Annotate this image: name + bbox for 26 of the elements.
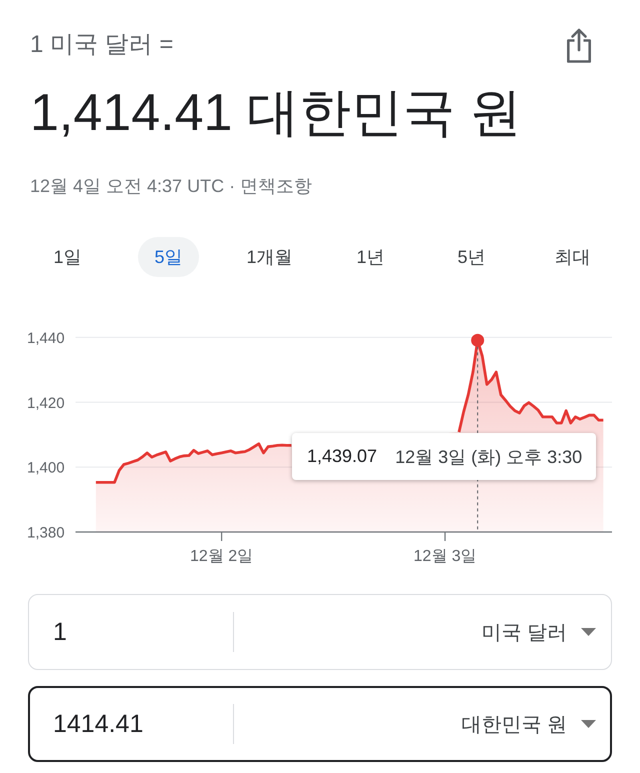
converted-value: 1,414.41 대한민국 원 [30, 83, 522, 143]
timestamp: 12월 4일 오전 4:37 UTC · [30, 175, 236, 198]
range-tab[interactable]: 5년 [441, 237, 502, 277]
axis-label: 1,400 [27, 460, 65, 477]
range-tab[interactable]: 1년 [340, 237, 400, 277]
range-tab[interactable]: 5일 [138, 237, 198, 277]
highlighted-point [471, 334, 484, 347]
amount-input[interactable]: 1414.41 [53, 704, 233, 744]
axis-label: 1,380 [27, 524, 65, 542]
caret-icon [581, 628, 596, 636]
amount-input[interactable]: 1 [53, 612, 233, 652]
range-tab[interactable]: 1일 [37, 237, 98, 277]
currency-dropdown[interactable]: 대한민국 원 [461, 704, 596, 744]
axis-label: 12월 2일 [190, 548, 254, 565]
share-icon[interactable] [565, 27, 593, 63]
range-tab[interactable]: 1개월 [230, 237, 308, 277]
currency-dropdown[interactable]: 미국 달러 [481, 612, 596, 652]
conversion-title: 1 미국 달러 = [30, 30, 174, 60]
axis-label: 1,420 [27, 394, 65, 412]
tooltip-time: 12월 3일 (화) 오후 3:30 [395, 446, 582, 468]
axis-label: 12월 3일 [413, 548, 477, 565]
disclaimer-link[interactable]: 면책조항 [240, 174, 312, 198]
range-tab[interactable]: 최대 [538, 237, 606, 277]
axis-label: 1,440 [27, 330, 65, 347]
caret-icon [581, 720, 596, 728]
tooltip-value: 1,439.07 [307, 446, 378, 467]
